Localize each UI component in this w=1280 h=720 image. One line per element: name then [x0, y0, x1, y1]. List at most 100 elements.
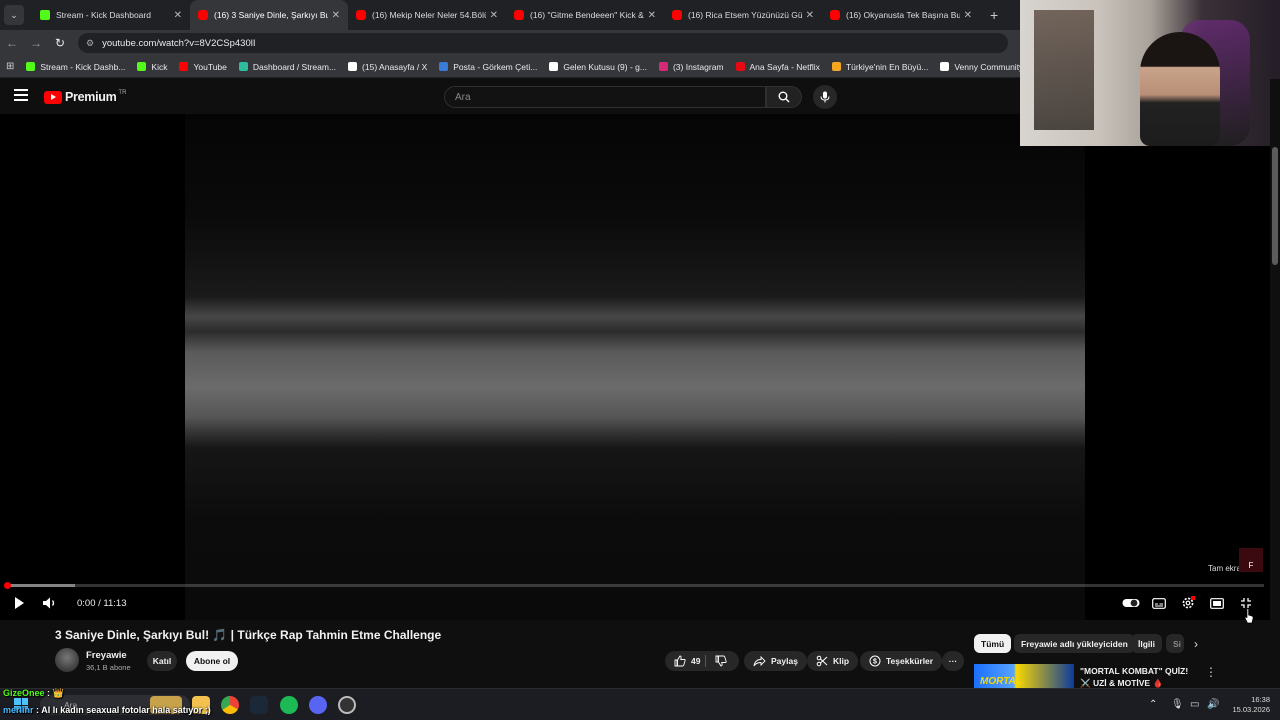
video-player[interactable]: 0:00 / 11:13 Tam ekran F	[0, 114, 1270, 620]
join-button[interactable]: Katıl	[147, 651, 177, 671]
clip-button[interactable]: Klip	[807, 651, 859, 671]
search-button[interactable]	[766, 86, 802, 108]
bookmark-label: Türkiye'nin En Büyü...	[845, 61, 929, 72]
progress-scrubber[interactable]	[4, 582, 11, 589]
browser-tab[interactable]: (16) 3 Saniye Dinle, Şarkıyı Bul! ✕	[190, 0, 348, 30]
bookmark-list: Stream - Kick Dashb... Kick YouTube Dashboa…	[26, 62, 1081, 72]
steam-icon[interactable]	[250, 696, 268, 714]
spotify-icon[interactable]	[280, 696, 298, 714]
recommendation-more-icon[interactable]: ⋮	[1205, 665, 1217, 679]
bookmark-favicon-icon	[658, 62, 668, 71]
scrollbar-thumb[interactable]	[1272, 147, 1278, 265]
youtube-favicon-icon	[198, 10, 208, 20]
bookmark-item[interactable]: (15) Anasayfa / X	[348, 62, 427, 72]
tooltip-shortcut-badge: F	[1239, 548, 1263, 572]
play-icon[interactable]	[12, 596, 26, 610]
tab-title: (16) Rica Etsem Yüzünüzü Gülü	[688, 10, 802, 20]
back-icon[interactable]: ←	[0, 36, 24, 50]
share-button[interactable]: Paylaş	[744, 651, 807, 671]
browser-tab[interactable]: (16) "Gitme Bendeeen" Kick & ✕	[506, 0, 664, 30]
autoplay-toggle[interactable]	[1122, 595, 1140, 611]
chip-from-uploader[interactable]: Freyawie adlı yükleyiciden	[1014, 634, 1135, 653]
menu-icon[interactable]	[14, 89, 28, 101]
volume-icon[interactable]	[42, 596, 58, 610]
tray-volume-icon[interactable]: 🔊	[1207, 699, 1219, 710]
channel-avatar[interactable]	[55, 648, 79, 672]
bookmark-item[interactable]: Dashboard / Stream...	[238, 61, 337, 72]
tray-chevron-icon[interactable]: ⌃	[1149, 699, 1157, 710]
more-actions-button[interactable]: ···	[942, 651, 964, 671]
like-count[interactable]: 49	[691, 656, 700, 666]
thumbs-down-icon[interactable]	[715, 655, 727, 667]
bookmark-item[interactable]: YouTube	[179, 62, 227, 72]
tab-search-button[interactable]: ⌄	[4, 5, 24, 25]
tab-title: (16) 3 Saniye Dinle, Şarkıyı Bul!	[214, 10, 328, 20]
chip-all[interactable]: Tümü	[974, 634, 1012, 653]
search-input[interactable]: Ara	[444, 86, 766, 108]
bookmark-item[interactable]: Venny Community	[940, 62, 1023, 72]
bookmark-item[interactable]: Stream - Kick Dashb...	[26, 62, 125, 72]
close-tab-icon[interactable]: ✕	[174, 10, 182, 21]
browser-tab[interactable]: Stream - Kick Dashboard ✕	[32, 0, 190, 30]
search-placeholder: Ara	[455, 91, 471, 103]
address-bar[interactable]: ⚙ youtube.com/watch?v=8V2CSp430lI	[78, 33, 1008, 53]
youtube-logo[interactable]: Premium TR	[44, 90, 126, 104]
forward-icon[interactable]: →	[24, 36, 48, 50]
progress-buffer	[6, 584, 76, 587]
browser-tab[interactable]: (16) Okyanusta Tek Başına Bulu ✕	[822, 0, 980, 30]
microphone-icon	[820, 91, 830, 103]
channel-name[interactable]: Freyawie	[86, 650, 127, 661]
tray-microphone-icon[interactable]: 🎙	[1171, 699, 1184, 710]
chat-username: merlinr	[3, 705, 34, 715]
bookmark-favicon-icon	[348, 62, 358, 71]
close-tab-icon[interactable]: ✕	[490, 10, 498, 21]
progress-bar[interactable]	[6, 584, 1264, 587]
close-tab-icon[interactable]: ✕	[964, 10, 972, 21]
apps-icon[interactable]: ⊞	[6, 61, 14, 72]
theater-mode-button[interactable]	[1209, 595, 1225, 611]
discord-icon[interactable]	[309, 696, 327, 714]
site-info-icon[interactable]: ⚙	[86, 38, 94, 49]
browser-tab[interactable]: (16) Rica Etsem Yüzünüzü Gülü ✕	[664, 0, 822, 30]
tab-title: (16) "Gitme Bendeeen" Kick &	[530, 10, 644, 20]
chip-related[interactable]: İlgili	[1131, 634, 1162, 653]
recommendation-title[interactable]: "MORTAL KOMBAT" QUİZ! ⚔️ UZİ & MOTİVE 🩸	[1080, 665, 1195, 689]
chrome-icon[interactable]	[221, 696, 239, 714]
bookmark-favicon-icon	[940, 62, 950, 71]
page-scrollbar[interactable]	[1270, 79, 1280, 687]
thanks-button[interactable]: $ Teşekkürler	[860, 651, 943, 671]
settings-button[interactable]	[1180, 595, 1196, 611]
bookmark-label: Dashboard / Stream...	[252, 61, 337, 72]
chat-username: GizeOnee	[3, 688, 45, 698]
close-tab-icon[interactable]: ✕	[648, 10, 656, 21]
close-tab-icon[interactable]: ✕	[806, 10, 814, 21]
thumbs-up-icon[interactable]	[674, 655, 686, 667]
logo-text: Premium	[65, 90, 117, 104]
bookmark-item[interactable]: Kick	[137, 62, 167, 72]
youtube-favicon-icon	[356, 10, 366, 20]
subtitles-button[interactable]	[1151, 595, 1167, 611]
clock-time: 16:38	[1251, 695, 1270, 704]
video-frame[interactable]	[185, 114, 1085, 620]
youtube-play-icon	[44, 90, 62, 104]
time-display: 0:00 / 11:13	[77, 598, 127, 609]
clock-date: 15.03.2026	[1232, 705, 1270, 714]
chevron-right-icon[interactable]: ›	[1194, 637, 1198, 651]
close-tab-icon[interactable]: ✕	[332, 10, 340, 21]
bookmark-item[interactable]: Türkiye'nin En Büyü...	[831, 61, 929, 72]
bookmark-item[interactable]: Posta - Görkem Çeti...	[439, 62, 537, 72]
browser-tab[interactable]: (16) Mekip Neler Neler 54.Bölü ✕	[348, 0, 506, 30]
new-tab-button[interactable]: +	[990, 7, 998, 23]
obs-icon[interactable]	[338, 696, 356, 714]
subscribe-button[interactable]: Abone ol	[186, 651, 238, 671]
taskbar-clock[interactable]: 16:38 15.03.2026	[1228, 695, 1270, 715]
voice-search-button[interactable]	[813, 85, 837, 109]
tray-network-icon[interactable]: ▭	[1190, 699, 1199, 710]
bookmark-item[interactable]: (3) Instagram	[658, 62, 724, 72]
windows-taskbar: Ara ⌃ 🎙 ▭ 🔊 16:38 15.03.2026	[0, 688, 1280, 720]
bookmark-item[interactable]: Gelen Kutusu (9) - g...	[549, 62, 647, 72]
reload-icon[interactable]: ↻	[48, 36, 72, 50]
chip-more[interactable]: Si	[1166, 634, 1184, 653]
scissors-icon	[816, 655, 828, 667]
bookmark-item[interactable]: Ana Sayfa - Netflix	[735, 62, 820, 72]
